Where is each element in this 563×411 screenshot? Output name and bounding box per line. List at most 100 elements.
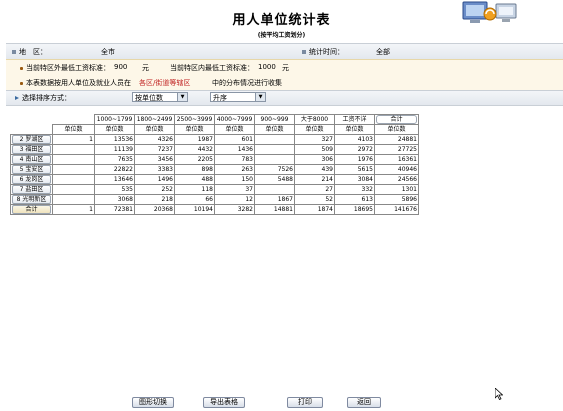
scope-note: 本表数据按用人单位及就业人员在 [20, 78, 131, 88]
table-cell: 118 [174, 184, 215, 195]
table-cell [254, 144, 295, 155]
table-cell: 22822 [94, 164, 135, 175]
table-cell: 11139 [94, 144, 135, 155]
region-label: 地 区： [12, 47, 47, 57]
table-cell: 4103 [334, 134, 375, 145]
table-cell [52, 144, 95, 155]
table-cell: 52 [294, 194, 335, 205]
row-label-button[interactable]: 8 光明新区 [12, 195, 51, 204]
table-row: 6 龙岗区 13646 1496 488 150 5488 214 3084 24566 [10, 174, 419, 185]
table-cell [52, 184, 95, 195]
scope-suffix: 中的分布情况进行收集 [212, 79, 282, 87]
bullet-icon [12, 50, 16, 54]
table-cell: 3282 [214, 204, 255, 215]
table-cell: 306 [294, 154, 335, 165]
export-button[interactable]: 导出表格 [203, 397, 245, 408]
sort-label: 选择排序方式： [14, 93, 71, 103]
column-header: 工资不详 [334, 114, 375, 125]
column-header: 900~999 [254, 114, 295, 125]
subheader-cell: 单位数 [94, 124, 135, 135]
table-cell: 3383 [134, 164, 175, 175]
bullet-icon [302, 50, 306, 54]
table-cell: 1496 [134, 174, 175, 185]
table-row: 2 罗湖区 1 13536 4326 1987 601 327 4103 24881 [10, 134, 419, 145]
column-header: 1800~2499 [134, 114, 175, 125]
table-cell [254, 154, 295, 165]
wage-outside-note: 当前特区外最低工资标准： [20, 63, 110, 73]
table-cell: 488 [174, 174, 215, 185]
table-cell: 439 [294, 164, 335, 175]
table-cell: 5615 [334, 164, 375, 175]
table-cell: 509 [294, 144, 335, 155]
wage-inside-unit: 元 [282, 64, 289, 72]
table-total-row: 合计 1 72381 20368 10194 3282 14881 1874 18695 1416… [10, 204, 419, 215]
row-label-button[interactable]: 6 龙岗区 [12, 175, 51, 184]
table-cell: 18695 [334, 204, 375, 215]
table-cell: 5896 [374, 194, 419, 205]
row-label-button[interactable]: 4 南山区 [12, 155, 51, 164]
table-cell: 535 [94, 184, 135, 195]
subheader-cell: 单位数 [254, 124, 295, 135]
sort-by-select[interactable]: 按单位数 ▼ [132, 92, 188, 102]
table-cell: 332 [334, 184, 375, 195]
table-cell: 601 [214, 134, 255, 145]
table-cell: 898 [174, 164, 215, 175]
table-cell: 72381 [94, 204, 135, 215]
region-value: 全市 [101, 48, 115, 56]
table-cell: 1976 [334, 154, 375, 165]
print-button[interactable]: 打印 [287, 397, 323, 408]
table-cell: 16361 [374, 154, 419, 165]
column-header: 2500~3999 [174, 114, 215, 125]
row-label-button[interactable]: 2 罗湖区 [12, 135, 51, 144]
table-cell [254, 184, 295, 195]
table-cell: 37 [214, 184, 255, 195]
table-cell: 4326 [134, 134, 175, 145]
table-cell [52, 154, 95, 165]
chart-switch-button[interactable]: 图形切换 [132, 397, 174, 408]
back-button[interactable]: 返回 [347, 397, 381, 408]
wage-inside-label: 当前特区内最低工资标准： [170, 64, 254, 72]
wage-outside-value: 900 [114, 63, 128, 71]
page-subtitle: (按平均工资划分) [257, 32, 306, 39]
row-label-button[interactable]: 5 宝安区 [12, 165, 51, 174]
table-cell: 40946 [374, 164, 419, 175]
computers-icon [462, 1, 517, 23]
table-cell [52, 174, 95, 185]
chevron-down-icon: ▼ [177, 93, 187, 101]
table-cell: 14881 [254, 204, 295, 215]
table-cell: 1867 [254, 194, 295, 205]
table-cell: 150 [214, 174, 255, 185]
table-cell: 27725 [374, 144, 419, 155]
table-cell: 1 [52, 134, 95, 145]
table-cell: 783 [214, 154, 255, 165]
table-cell: 20368 [134, 204, 175, 215]
subheader-cell: 单位数 [294, 124, 335, 135]
table-row: 4 南山区 7635 3456 2205 783 306 1976 16361 [10, 154, 419, 165]
sort-bar: 选择排序方式： 按单位数 ▼ 升序 ▼ [6, 90, 563, 106]
table-row: 8 光明新区 3068 218 66 12 1867 52 613 5896 [10, 194, 419, 205]
column-header: 大于8000 [294, 114, 335, 125]
cursor-icon [495, 388, 503, 400]
scope-link[interactable]: 各区/街道等辖区 [139, 78, 190, 88]
table-cell: 66 [174, 194, 215, 205]
table-cell: 13536 [94, 134, 135, 145]
bullet-icon [20, 66, 23, 70]
bullet-icon [20, 81, 23, 85]
subheader-cell: 单位数 [174, 124, 215, 135]
time-label: 统计时间： [302, 47, 344, 57]
table-cell: 252 [134, 184, 175, 195]
notes-panel: 当前特区外最低工资标准： 900 元 当前特区内最低工资标准： 1000 元 本… [6, 59, 563, 91]
column-header-total: 合计 [374, 114, 419, 125]
chevron-down-icon: ▼ [255, 93, 265, 101]
wage-inside-value: 1000 [258, 63, 276, 71]
row-label-button[interactable]: 7 盐田区 [12, 185, 51, 194]
column-header: 1000~1799 [94, 114, 135, 125]
sort-order-select[interactable]: 升序 ▼ [210, 92, 266, 102]
subheader-cell: 单位数 [334, 124, 375, 135]
region-filter-bar: 地 区： 全市 统计时间： 全部 [6, 43, 563, 60]
row-label-button[interactable]: 3 福田区 [12, 145, 51, 154]
table-cell: 27 [294, 184, 335, 195]
column-header: 4000~7999 [214, 114, 255, 125]
table-cell: 1987 [174, 134, 215, 145]
table-cell: 3456 [134, 154, 175, 165]
